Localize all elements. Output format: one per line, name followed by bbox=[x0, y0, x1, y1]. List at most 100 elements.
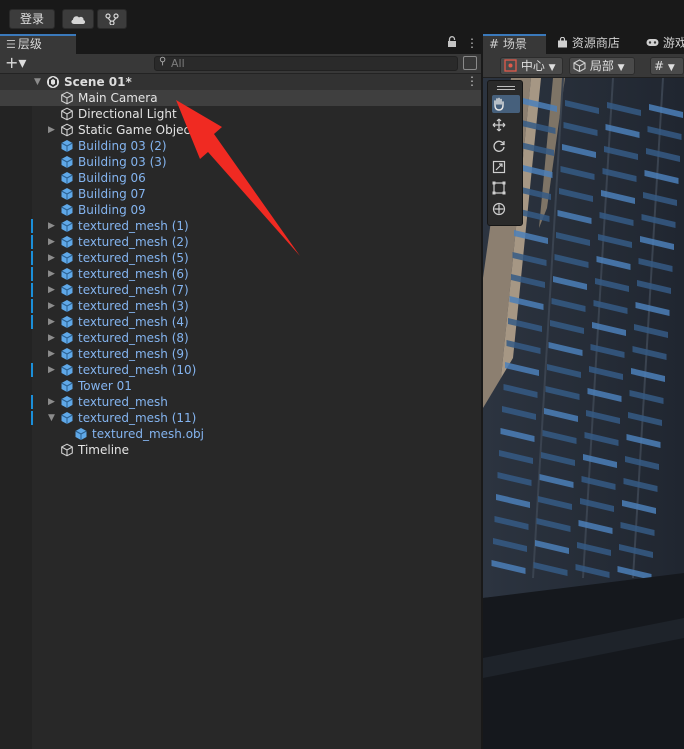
tab-scene[interactable]: # 场景 bbox=[483, 34, 546, 54]
foldout-collapsed-icon[interactable]: ▶ bbox=[48, 253, 56, 263]
chevron-down-icon: ▼ bbox=[667, 63, 675, 73]
prefab-cube-icon bbox=[61, 268, 73, 280]
search-by-type-button[interactable] bbox=[463, 56, 477, 70]
version-control-button[interactable] bbox=[97, 9, 127, 29]
shopping-bag-icon bbox=[557, 36, 572, 50]
foldout-collapsed-icon[interactable]: ▶ bbox=[48, 365, 56, 375]
rect-tool-button[interactable] bbox=[492, 179, 520, 197]
hierarchy-item[interactable]: Building 09 bbox=[0, 202, 481, 218]
hierarchy-item[interactable]: ▶ textured_mesh (10) bbox=[0, 362, 481, 378]
login-button[interactable]: 登录 bbox=[9, 9, 55, 29]
prefab-cube-icon bbox=[61, 156, 73, 168]
foldout-collapsed-icon[interactable]: ▶ bbox=[48, 333, 56, 343]
scene-viewport[interactable] bbox=[483, 78, 684, 749]
hierarchy-item[interactable]: ▼ textured_mesh (11) bbox=[0, 410, 481, 426]
scene-row[interactable]: ▼ Scene 01* ⋮ bbox=[0, 74, 481, 90]
rotate-tool-icon bbox=[493, 140, 505, 152]
space-dropdown[interactable]: 局部 ▼ bbox=[569, 57, 635, 75]
cloud-button[interactable] bbox=[62, 9, 94, 29]
scene-toolbar: 中心 ▼ 局部 ▼ # ▼ bbox=[483, 54, 684, 78]
hierarchy-item[interactable]: Building 06 bbox=[0, 170, 481, 186]
hierarchy-item-label: textured_mesh (5) bbox=[78, 251, 189, 265]
pivot-icon bbox=[504, 59, 517, 72]
palette-grip[interactable] bbox=[497, 89, 515, 90]
foldout-collapsed-icon[interactable]: ▶ bbox=[48, 237, 56, 247]
hierarchy-item[interactable]: ▶ textured_mesh (7) bbox=[0, 282, 481, 298]
hierarchy-item[interactable]: Directional Light bbox=[0, 106, 481, 122]
hierarchy-item[interactable]: textured_mesh.obj bbox=[0, 426, 481, 442]
tab-hierarchy[interactable]: ☰ 层级 bbox=[0, 34, 76, 54]
search-input[interactable] bbox=[171, 57, 451, 70]
hierarchy-item[interactable]: Timeline bbox=[0, 442, 481, 458]
hierarchy-item-label: textured_mesh (7) bbox=[78, 283, 189, 297]
scale-tool-button[interactable] bbox=[492, 158, 520, 176]
chevron-down-icon: ▼ bbox=[548, 63, 556, 73]
prefab-cube-icon bbox=[61, 380, 73, 392]
hand-tool-icon bbox=[494, 97, 504, 111]
foldout-expanded-icon[interactable]: ▼ bbox=[48, 413, 56, 423]
pivot-dropdown[interactable]: 中心 ▼ bbox=[500, 57, 563, 75]
foldout-collapsed-icon[interactable]: ▶ bbox=[48, 317, 56, 327]
hierarchy-item[interactable]: Tower 01 bbox=[0, 378, 481, 394]
hierarchy-item-label: textured_mesh (2) bbox=[78, 235, 189, 249]
hierarchy-item[interactable]: ▶ Static Game Objects bbox=[0, 122, 481, 138]
hierarchy-item[interactable]: ▶ textured_mesh (2) bbox=[0, 234, 481, 250]
foldout-collapsed-icon[interactable]: ▶ bbox=[48, 221, 56, 231]
hierarchy-item[interactable]: ▶ textured_mesh (8) bbox=[0, 330, 481, 346]
transform-tool-button[interactable] bbox=[492, 200, 520, 218]
hand-tool-button[interactable] bbox=[492, 95, 520, 113]
scene-menu-icon[interactable]: ⋮ bbox=[466, 74, 478, 88]
prefab-cube-icon bbox=[61, 220, 73, 232]
grid-snap-dropdown[interactable]: # ▼ bbox=[650, 57, 684, 75]
hierarchy-item-label: textured_mesh (3) bbox=[78, 299, 189, 313]
asset-store-tab-label: 资源商店 bbox=[571, 36, 620, 50]
prefab-override-indicator bbox=[31, 267, 33, 281]
hierarchy-item-label: Building 06 bbox=[78, 171, 146, 185]
hierarchy-item[interactable]: Building 03 (2) bbox=[0, 138, 481, 154]
hierarchy-item-label: Static Game Objects bbox=[78, 123, 201, 137]
foldout-collapsed-icon[interactable]: ▶ bbox=[48, 269, 56, 279]
hierarchy-item[interactable]: ▶ textured_mesh (3) bbox=[0, 298, 481, 314]
hierarchy-item[interactable]: ▶ textured_mesh (5) bbox=[0, 250, 481, 266]
hierarchy-item[interactable]: Building 03 (3) bbox=[0, 154, 481, 170]
hierarchy-item[interactable]: ▶ textured_mesh (4) bbox=[0, 314, 481, 330]
tab-asset-store[interactable]: 资源商店 bbox=[551, 34, 637, 54]
search-icon: ⚲ bbox=[159, 56, 167, 67]
prefab-cube-icon bbox=[61, 204, 73, 216]
move-tool-button[interactable] bbox=[492, 116, 520, 134]
hierarchy-panel: ☰层级 ⋮ +▾ ⚲ ▼ Scene 01* ⋮ Main Camera Directi… bbox=[0, 34, 481, 749]
hierarchy-item[interactable]: ▶ textured_mesh (1) bbox=[0, 218, 481, 234]
rotate-tool-button[interactable] bbox=[492, 137, 520, 155]
hierarchy-item-label: Timeline bbox=[78, 443, 130, 457]
foldout-collapsed-icon[interactable]: ▶ bbox=[48, 349, 56, 359]
grid-snap-icon: # bbox=[654, 59, 665, 73]
prefab-cube-icon bbox=[61, 284, 73, 296]
hierarchy-item-label: Scene 01* bbox=[64, 75, 132, 89]
hierarchy-item-label: textured_mesh (6) bbox=[78, 267, 189, 281]
foldout-collapsed-icon[interactable]: ▶ bbox=[48, 125, 56, 135]
lock-icon[interactable] bbox=[447, 36, 457, 51]
hierarchy-item[interactable]: ▶ textured_mesh (6) bbox=[0, 266, 481, 282]
prefab-cube-icon bbox=[61, 348, 73, 360]
prefab-override-indicator bbox=[31, 219, 33, 233]
search-field[interactable]: ⚲ bbox=[154, 56, 458, 71]
hierarchy-item[interactable]: Building 07 bbox=[0, 186, 481, 202]
hierarchy-tab-label: 层级 bbox=[17, 37, 42, 51]
hierarchy-item[interactable]: Main Camera bbox=[0, 90, 481, 106]
foldout-collapsed-icon[interactable]: ▶ bbox=[48, 285, 56, 295]
prefab-cube-icon bbox=[61, 188, 73, 200]
hierarchy-item[interactable]: ▶ textured_mesh bbox=[0, 394, 481, 410]
hierarchy-item-label: Main Camera bbox=[78, 91, 158, 105]
kebab-menu-icon[interactable]: ⋮ bbox=[466, 36, 478, 50]
foldout-collapsed-icon[interactable]: ▶ bbox=[48, 397, 56, 407]
move-tool-icon bbox=[492, 118, 506, 132]
foldout-collapsed-icon[interactable]: ▶ bbox=[48, 301, 56, 311]
rect-tool-icon bbox=[492, 181, 506, 195]
tab-game[interactable]: 游戏 bbox=[640, 34, 684, 54]
palette-grip[interactable] bbox=[497, 86, 515, 87]
add-object-button[interactable]: +▾ bbox=[5, 54, 26, 72]
foldout-expanded-icon[interactable]: ▼ bbox=[34, 77, 42, 87]
hierarchy-list: ▼ Scene 01* ⋮ Main Camera Directional Light ▶… bbox=[0, 74, 481, 749]
hierarchy-item-label: Tower 01 bbox=[78, 379, 132, 393]
hierarchy-item[interactable]: ▶ textured_mesh (9) bbox=[0, 346, 481, 362]
